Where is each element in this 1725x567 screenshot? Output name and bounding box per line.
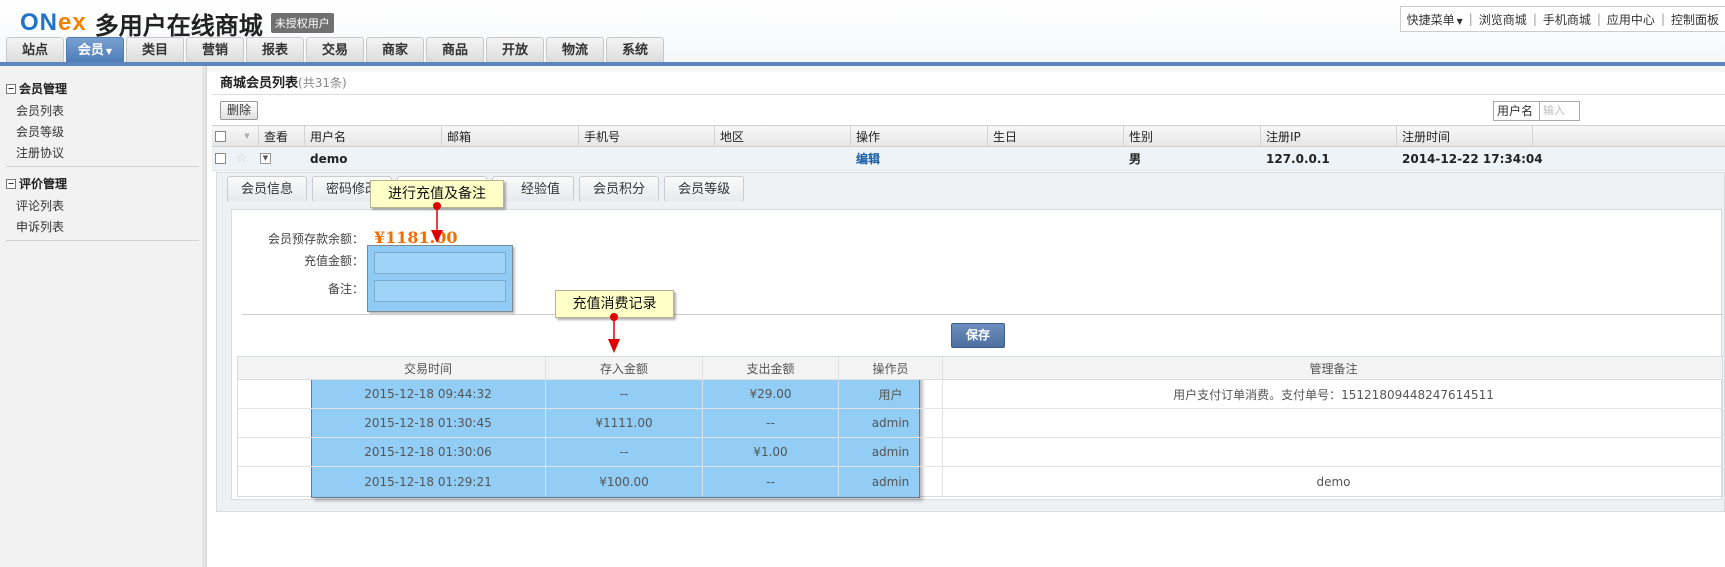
- nav-tab-merchant[interactable]: 商家: [366, 37, 424, 62]
- sidebar-group-review[interactable]: − 评价管理: [6, 175, 67, 192]
- main-content: 商城会员列表(共31条) 删除 用户名▼ 输入 ▼ 查看 用户名 邮箱 手机号 …: [212, 66, 1725, 567]
- log-row: 2015-12-18 01:30:45 ¥1111.00 -- admin: [238, 409, 1722, 438]
- page-title: 商城会员列表(共31条): [220, 76, 347, 91]
- log-col-operator: 操作员: [838, 357, 942, 379]
- col-view: 查看: [258, 126, 304, 146]
- nav-tab-marketing[interactable]: 营销: [186, 37, 244, 62]
- cell-register-time: 2014-12-22 17:34:04: [1402, 151, 1543, 166]
- tab-member-level[interactable]: 会员等级: [664, 176, 745, 201]
- col-region[interactable]: 地区: [714, 126, 850, 146]
- main-nav: 站点 会员 ▼ 类目 营销 报表 交易 商家 商品 开放 物流 系统: [6, 37, 666, 62]
- col-phone[interactable]: 手机号: [578, 126, 714, 146]
- nav-tab-logistics[interactable]: 物流: [546, 37, 604, 62]
- recharge-label: 充值金额：: [303, 254, 364, 268]
- site-logo[interactable]: ONex 多用户在线商城 未授权用户: [20, 6, 334, 40]
- log-col-time: 交易时间: [403, 361, 452, 376]
- nav-tab-trade[interactable]: 交易: [306, 37, 364, 62]
- quick-menu-dropdown[interactable]: 快捷菜单 ▼: [1407, 11, 1463, 28]
- nav-tab-system[interactable]: 系统: [606, 37, 664, 62]
- caret-down-icon: ▼: [105, 47, 113, 56]
- select-all-checkbox[interactable]: [215, 130, 226, 142]
- log-row: 2015-12-18 01:29:21 ¥100.00 -- admin dem…: [238, 467, 1722, 496]
- member-detail-panel: 会员信息 密码修改 经验值 会员积分 会员等级 会员预存款余额： ¥1181.0…: [216, 172, 1725, 512]
- site-title: 多用户在线商城: [94, 11, 263, 40]
- tab-experience[interactable]: 经验值: [492, 176, 575, 201]
- sort-arrow-icon[interactable]: ▼: [244, 132, 249, 140]
- nav-tab-goods[interactable]: 商品: [426, 37, 484, 62]
- recharge-amount-input[interactable]: [374, 252, 506, 274]
- quick-links-bar: 快捷菜单 ▼ | 浏览商城 | 手机商城 | 应用中心 | 控制面板: [1399, 6, 1725, 32]
- grid-header: ▼ 查看 用户名 邮箱 手机号 地区 操作 生日 性别 注册IP 注册时间: [212, 125, 1725, 147]
- search-bar: 用户名▼ 输入: [1493, 101, 1580, 135]
- sidebar-splitter[interactable]: [202, 66, 206, 567]
- sidebar-item-member-list[interactable]: 会员列表: [16, 102, 64, 119]
- col-username[interactable]: 用户名: [304, 126, 441, 146]
- sidebar-item-appeal-list[interactable]: 申诉列表: [16, 218, 64, 235]
- expand-row-icon[interactable]: ▼: [260, 153, 271, 164]
- nav-tab-report[interactable]: 报表: [246, 37, 304, 62]
- log-col-deposit: 存入金额: [545, 357, 702, 379]
- log-col-expense: 支出金额: [702, 357, 838, 379]
- link-mobile-mall[interactable]: 手机商城: [1543, 11, 1591, 28]
- sidebar-divider: [6, 166, 199, 167]
- license-badge: 未授权用户: [270, 13, 334, 33]
- log-col-remark: 管理备注: [942, 357, 1724, 379]
- sidebar-divider: [6, 240, 199, 241]
- sidebar: − 会员管理 会员列表 会员等级 注册协议 − 评价管理 评论列表 申诉列表: [0, 66, 207, 567]
- col-register-ip[interactable]: 注册IP: [1260, 126, 1396, 146]
- col-action: 操作: [850, 126, 987, 146]
- link-app-center[interactable]: 应用中心: [1607, 11, 1655, 28]
- cell-gender: 男: [1129, 152, 1142, 166]
- cell-username: demo: [310, 151, 348, 166]
- col-email[interactable]: 邮箱: [441, 126, 578, 146]
- balance-label: 会员预存款余额：: [267, 232, 364, 246]
- tab-member-info[interactable]: 会员信息: [227, 176, 308, 201]
- record-count: (共31条): [298, 76, 347, 90]
- sidebar-item-register-agreement[interactable]: 注册协议: [16, 144, 64, 161]
- caret-down-icon: ▼: [1456, 16, 1463, 26]
- edit-link[interactable]: 编辑: [856, 147, 880, 170]
- star-icon[interactable]: ☆: [236, 151, 248, 166]
- col-birthday[interactable]: 生日: [987, 126, 1123, 146]
- nav-tab-open[interactable]: 开放: [486, 37, 544, 62]
- log-row: 2015-12-18 09:44:32 -- ¥29.00 用户 用户支付订单消…: [238, 380, 1722, 409]
- remark-label: 备注：: [327, 282, 364, 296]
- search-input[interactable]: 输入: [1540, 101, 1580, 121]
- log-header: 交易时间 存入金额 支出金额 操作员 管理备注: [238, 357, 1722, 380]
- table-row[interactable]: ☆ ▼ demo 编辑 男 127.0.0.1 2014-12-22 17:34…: [212, 147, 1725, 171]
- link-browse-mall[interactable]: 浏览商城: [1479, 11, 1527, 28]
- recharge-log-table: 交易时间 存入金额 支出金额 操作员 管理备注 2015-12-18 09:44…: [237, 356, 1723, 498]
- nav-tab-member[interactable]: 会员 ▼: [66, 37, 124, 62]
- search-field-select[interactable]: 用户名▼: [1493, 101, 1540, 135]
- nav-tab-category[interactable]: 类目: [126, 37, 184, 62]
- nav-tab-site[interactable]: 站点: [6, 37, 64, 62]
- link-control-panel[interactable]: 控制面板: [1671, 11, 1719, 28]
- col-register-time[interactable]: 注册时间: [1396, 126, 1532, 146]
- row-checkbox[interactable]: [215, 153, 226, 164]
- save-button[interactable]: 保存: [951, 323, 1005, 348]
- callout-recharge: 进行充值及备注: [370, 180, 504, 208]
- logo-mark: ONex: [20, 9, 87, 36]
- col-gender[interactable]: 性别: [1123, 126, 1260, 146]
- collapse-icon: −: [6, 83, 16, 94]
- callout-records: 充值消费记录: [555, 290, 674, 318]
- delete-button[interactable]: 删除: [220, 101, 258, 120]
- remark-input[interactable]: [374, 280, 506, 302]
- sidebar-item-member-level[interactable]: 会员等级: [16, 123, 64, 140]
- header: ONex 多用户在线商城 未授权用户 快捷菜单 ▼ | 浏览商城 | 手机商城 |…: [0, 0, 1725, 72]
- recharge-highlight: [367, 245, 513, 312]
- prepaid-balance-form: 会员预存款余额： ¥1181.00 充值金额： 备注： 保存 交易时间 存入金额…: [231, 209, 1723, 500]
- tab-points[interactable]: 会员积分: [579, 176, 660, 201]
- sidebar-group-member[interactable]: − 会员管理: [6, 80, 67, 97]
- collapse-icon: −: [6, 178, 16, 189]
- log-row: 2015-12-18 01:30:06 -- ¥1.00 admin: [238, 438, 1722, 467]
- cell-register-ip: 127.0.0.1: [1266, 151, 1330, 166]
- sidebar-item-review-list[interactable]: 评论列表: [16, 197, 64, 214]
